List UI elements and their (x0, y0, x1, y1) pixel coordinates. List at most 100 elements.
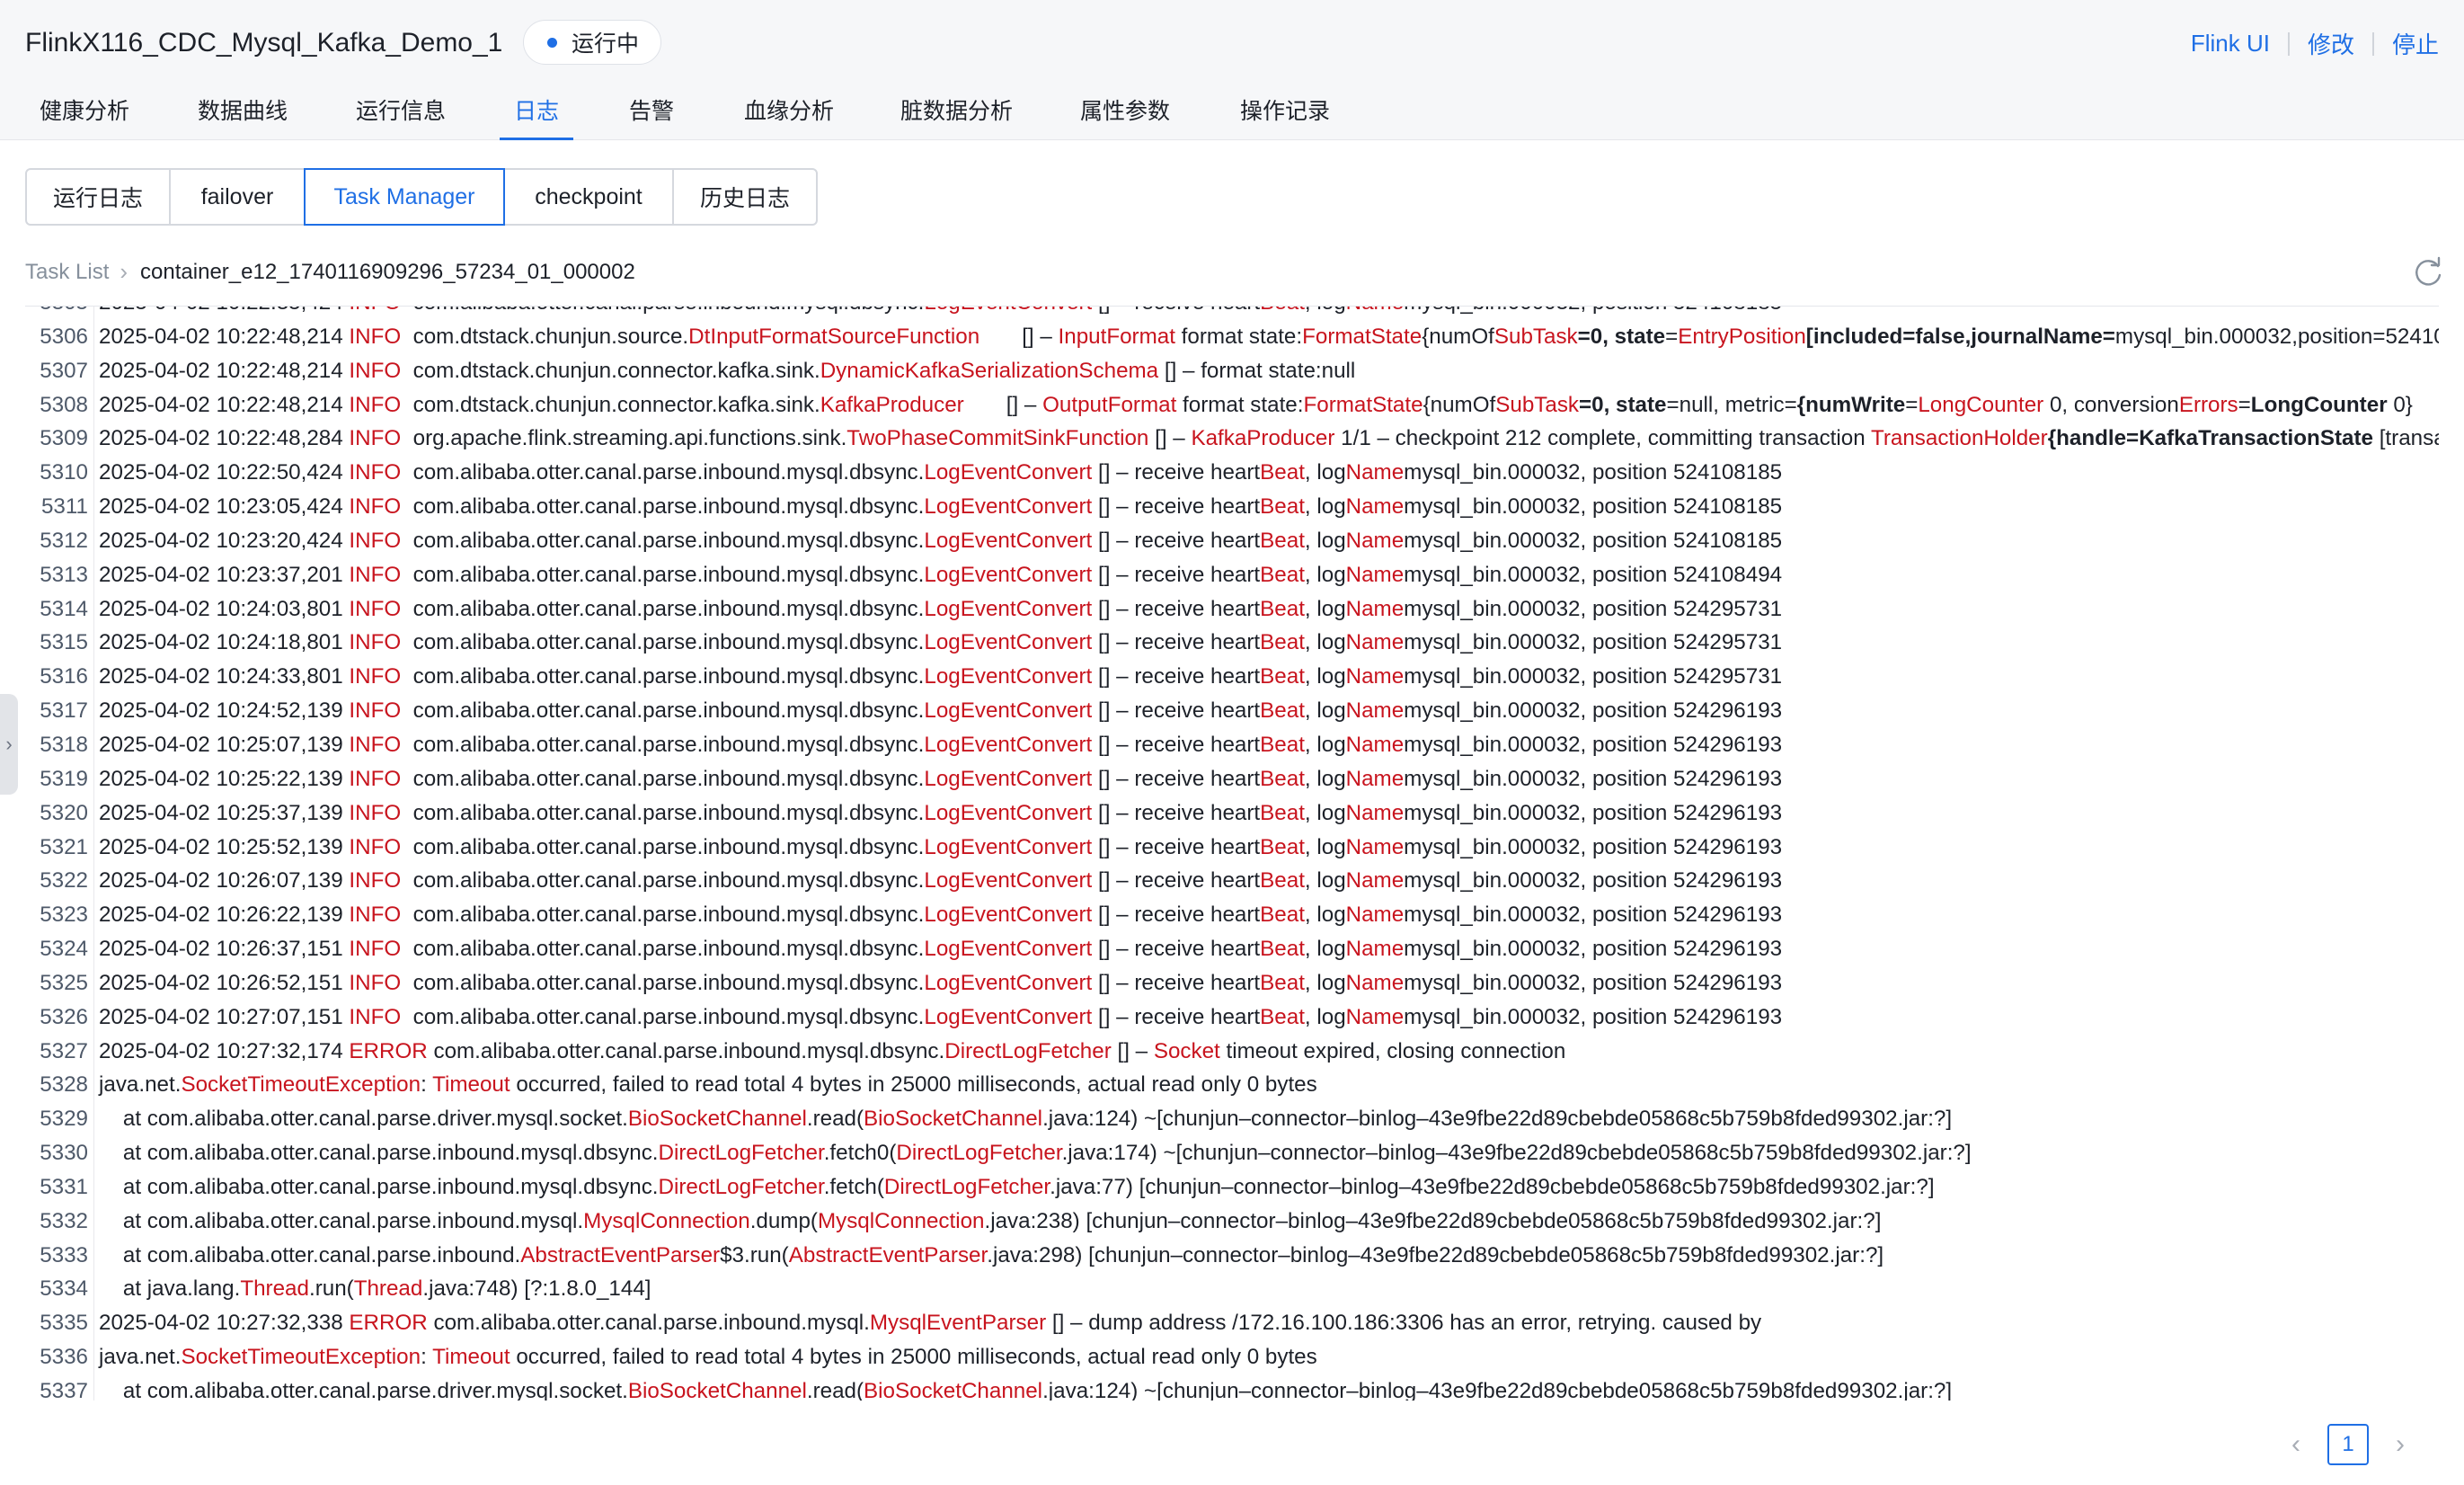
log-highlight: LogEventConvert (924, 903, 1093, 928)
log-segment: at java.lang. (99, 1276, 241, 1302)
next-page-button[interactable]: › (2387, 1427, 2414, 1463)
log-segment: , log (1304, 903, 1346, 928)
log-text: 2025-04-02 10:27:32,174 ERROR com.alibab… (88, 1035, 1565, 1069)
log-line: 5329 at com.alibaba.otter.canal.parse.dr… (25, 1102, 2439, 1136)
log-segment: com.alibaba.otter.canal.parse.inbound.my… (401, 596, 925, 621)
log-text: 2025-04-02 10:27:32,338 ERROR com.alibab… (88, 1306, 1761, 1340)
log-type-1[interactable]: failover (169, 168, 306, 226)
log-segment: 2025-04-02 10:22:50,424 (99, 460, 350, 485)
log-highlight: FormatState (1303, 392, 1423, 417)
log-line: 5307 2025-04-02 10:22:48,214 INFO com.dts… (25, 354, 2439, 388)
tab-1[interactable]: 数据曲线 (198, 93, 288, 140)
line-number: 5315 (40, 630, 88, 655)
log-segment: .000032, position 524296193 (1502, 1004, 1783, 1029)
log-segment: java.net. (99, 1345, 182, 1370)
line-number: 5309 (40, 426, 88, 451)
log-highlight: BioSocketChannel (864, 1107, 1043, 1132)
tab-4[interactable]: 告警 (629, 93, 674, 140)
refresh-icon[interactable] (2410, 255, 2446, 291)
line-number: 5329 (40, 1107, 88, 1132)
log-type-0[interactable]: 运行日志 (25, 168, 171, 226)
log-segment: .000032, position 524108185 (1502, 306, 1782, 315)
tab-6[interactable]: 脏数据分析 (900, 93, 1013, 140)
tab-8[interactable]: 操作记录 (1240, 93, 1330, 140)
log-segment: , log (1304, 800, 1346, 825)
log-text: 2025-04-02 10:25:07,139 INFO com.alibaba… (88, 728, 1782, 762)
log-segment: [included= (1805, 324, 1916, 349)
log-segment: , log (1304, 494, 1346, 520)
stop-link[interactable]: 停止 (2392, 27, 2439, 60)
line-number: 5335 (40, 1311, 88, 1336)
log-viewer[interactable]: 53052025-04-02 10:22:35,424 INFO com.ali… (25, 306, 2439, 1401)
line-number: 5325 (40, 970, 88, 995)
log-segment: , log (1304, 868, 1346, 894)
log-text: 2025-04-02 10:27:07,151 INFO com.alibaba… (88, 1000, 1782, 1035)
log-highlight: INFO (349, 596, 402, 621)
log-type-3[interactable]: checkpoint (503, 168, 674, 226)
log-line: 5319 2025-04-02 10:25:22,139 INFO com.ali… (25, 762, 2439, 796)
line-number: 5314 (40, 596, 88, 621)
log-highlight: Beat (1260, 460, 1305, 485)
log-segment: .000032, position 524295731 (1502, 596, 1783, 621)
log-highlight: INFO (349, 868, 402, 894)
log-segment: 2025-04-02 10:24:03,801 (99, 596, 350, 621)
log-segment: 2025-04-02 10:26:07,139 (99, 868, 350, 894)
line-number: 5334 (40, 1276, 88, 1302)
tab-3[interactable]: 日志 (499, 93, 574, 140)
page-1-button[interactable]: 1 (2327, 1424, 2369, 1465)
tab-0[interactable]: 健康分析 (40, 93, 129, 140)
log-segment: 2025-04-02 10:26:37,151 (99, 937, 350, 962)
log-highlight: Socket (1153, 1038, 1220, 1063)
log-line: 5337 at com.alibaba.otter.canal.parse.dr… (25, 1374, 2439, 1401)
log-highlight: INFO (349, 1004, 402, 1029)
log-line: 5323 2025-04-02 10:26:22,139 INFO com.ali… (25, 898, 2439, 932)
log-highlight: OutputFormat (1042, 392, 1177, 417)
tab-2[interactable]: 运行信息 (356, 93, 446, 140)
log-segment: com.alibaba.otter.canal.parse.inbound.my… (401, 834, 925, 859)
log-segment: [] – receive heart (1092, 937, 1261, 962)
line-number: 5305 (25, 306, 88, 320)
flink-ui-link[interactable]: Flink UI (2191, 30, 2270, 58)
log-type-2[interactable]: Task Manager (304, 168, 505, 226)
log-segment: false (1915, 324, 1965, 349)
log-segment: 2025-04-02 10:25:07,139 (99, 732, 350, 757)
log-highlight: SocketTimeoutException (181, 1345, 421, 1370)
line-number-gutter (93, 306, 94, 1401)
log-highlight: INFO (349, 306, 401, 315)
log-highlight: MysqlConnection (583, 1208, 750, 1233)
log-segment: java.net. (99, 1072, 182, 1098)
log-highlight: LogEventConvert (924, 732, 1093, 757)
log-segment: ,journalName= (1964, 324, 2115, 349)
log-segment: [] – (1148, 426, 1192, 451)
log-text: at java.lang.Thread.run(Thread.java:748)… (88, 1272, 651, 1306)
log-highlight: Name (1345, 1004, 1405, 1029)
tab-7[interactable]: 属性参数 (1080, 93, 1170, 140)
log-highlight: MysqlConnection (817, 1208, 985, 1233)
log-line: 5311 2025-04-02 10:23:05,424 INFO com.ali… (25, 490, 2439, 524)
tab-5[interactable]: 血缘分析 (744, 93, 834, 140)
log-segment: .000032, position 524108494 (1502, 562, 1783, 587)
line-number: 5337 (40, 1379, 88, 1401)
expand-sidebar-icon[interactable]: › (0, 694, 18, 795)
breadcrumb-task-list[interactable]: Task List (25, 260, 109, 285)
log-segment: mysql_bin (1404, 528, 1502, 553)
log-segment: mysql_bin (1404, 766, 1502, 791)
edit-link[interactable]: 修改 (2308, 27, 2354, 60)
log-line: 5322 2025-04-02 10:26:07,139 INFO com.ali… (25, 864, 2439, 898)
log-segment: [] – (963, 392, 1043, 417)
log-highlight: Beat (1260, 868, 1305, 894)
log-highlight: INFO (349, 970, 402, 995)
log-segment: occurred, failed to read total 4 bytes i… (510, 1072, 1317, 1098)
log-segment: 2025-04-02 10:26:22,139 (99, 903, 350, 928)
log-segment: 2025-04-02 10:27:32,174 (99, 1038, 350, 1063)
log-segment: {numOf (1423, 392, 1496, 417)
log-segment: com.alibaba.otter.canal.parse.inbound.my… (401, 494, 925, 520)
log-highlight: Name (1345, 630, 1405, 655)
log-segment: mysql_bin (1404, 1004, 1502, 1029)
log-highlight: INFO (349, 834, 402, 859)
log-highlight: Timeout (432, 1072, 510, 1098)
prev-page-button[interactable]: ‹ (2282, 1427, 2309, 1463)
log-segment: {numWrite (1796, 392, 1906, 417)
log-highlight: Timeout (432, 1345, 510, 1370)
log-type-4[interactable]: 历史日志 (672, 168, 818, 226)
